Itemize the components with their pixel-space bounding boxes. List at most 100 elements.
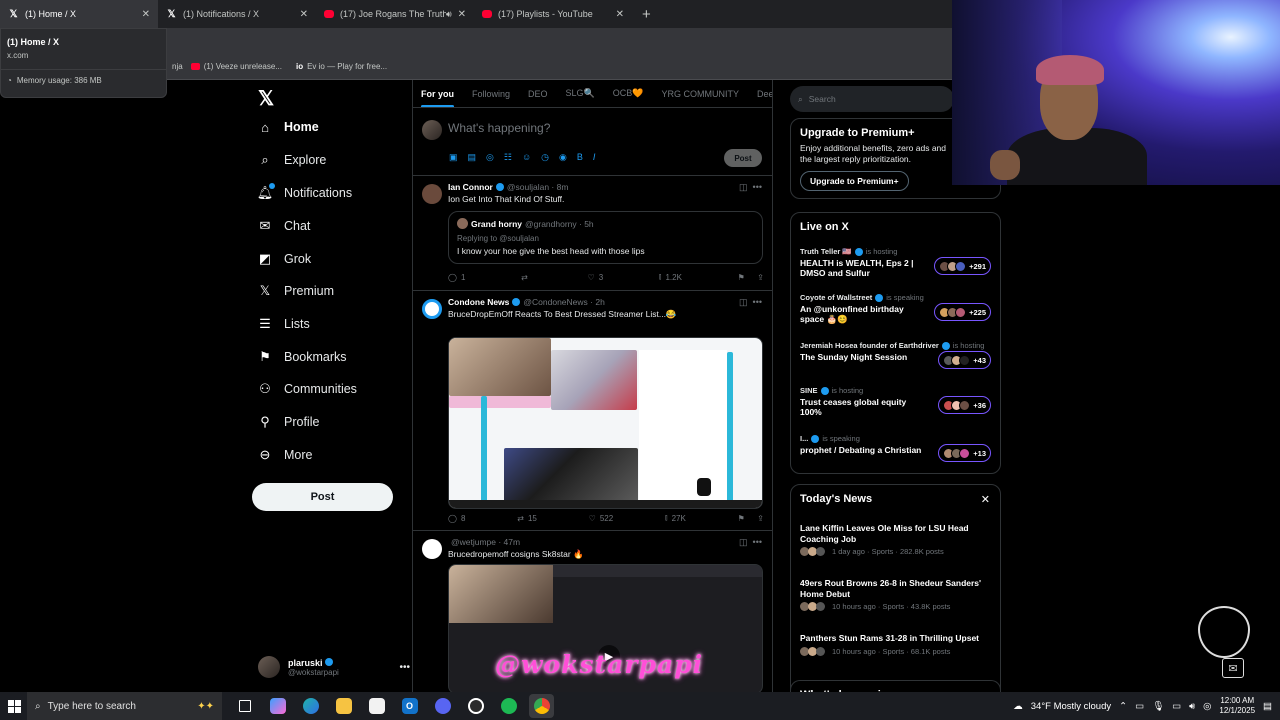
- news-item[interactable]: Lane Kiffin Leaves Ole Miss for LSU Head…: [800, 523, 991, 557]
- nav-item-chat[interactable]: ✉ Chat: [258, 218, 311, 233]
- search-input[interactable]: ⌕ Search: [790, 86, 954, 112]
- nav-item-more[interactable]: ⊖ More: [258, 447, 313, 462]
- weather-icon[interactable]: ☁: [1013, 701, 1023, 712]
- post-button[interactable]: Post: [252, 483, 393, 511]
- listener-count-pill[interactable]: +36: [938, 396, 991, 414]
- timeline-tab[interactable]: OCB🧡: [613, 88, 644, 99]
- listener-count-pill[interactable]: +291: [934, 257, 991, 275]
- browser-tab-notifications[interactable]: 𝕏 (1) Notifications / X ✕: [158, 0, 316, 28]
- more-dots-icon[interactable]: •••: [399, 662, 410, 673]
- new-tab-icon[interactable]: +: [642, 6, 651, 23]
- x-logo-icon[interactable]: 𝕏: [258, 86, 274, 111]
- file-explorer-icon[interactable]: [331, 694, 356, 718]
- clock[interactable]: 12:00 AM 12/1/2025: [1219, 696, 1255, 716]
- views-button[interactable]: ⫾ 27K: [665, 513, 686, 523]
- chrome-icon[interactable]: [529, 694, 554, 718]
- display-icon[interactable]: ▭: [1172, 701, 1181, 712]
- nav-item-profile[interactable]: ⚲ Profile: [258, 414, 319, 429]
- timeline-tab[interactable]: Deep Sta: [757, 89, 772, 99]
- nav-item-premium[interactable]: 𝕏 Premium: [258, 283, 334, 298]
- tweet[interactable]: Condone News @CondoneNews · 2h ◫ ••• Bru…: [413, 291, 772, 531]
- tweet-video[interactable]: [448, 337, 763, 509]
- close-tab-icon[interactable]: ✕: [458, 9, 466, 20]
- browser-tab-home[interactable]: 𝕏 (1) Home / X ✕: [0, 0, 158, 28]
- nav-item-bookmarks[interactable]: ⚑ Bookmarks: [258, 349, 346, 364]
- nav-item-notifications[interactable]: 🔔︎ Notifications: [257, 183, 352, 200]
- listener-count-pill[interactable]: +225: [934, 303, 991, 321]
- discord-icon[interactable]: [430, 694, 455, 718]
- edge-icon[interactable]: [298, 694, 323, 718]
- chevron-up-icon[interactable]: ⌃: [1119, 701, 1127, 712]
- bookmark-item[interactable]: (1) Veeze unrelease...: [190, 62, 282, 71]
- obs-icon[interactable]: [463, 694, 488, 718]
- live-space-item[interactable]: Truth Teller 🇺🇸 is hosting HEALTH is WEALT…: [800, 247, 991, 278]
- volume-icon[interactable]: 🔊︎: [1189, 701, 1195, 712]
- live-space-item[interactable]: Jeremiah Hosea founder of Earthdriver is …: [800, 341, 991, 369]
- timeline-tab[interactable]: DEO: [528, 89, 548, 99]
- outlook-icon[interactable]: O: [397, 694, 422, 718]
- mic-icon[interactable]: 🎙︎: [1152, 701, 1164, 712]
- tweet-menu[interactable]: ◫ •••: [739, 297, 762, 308]
- location-icon[interactable]: ◉: [559, 152, 567, 163]
- app-tray-icon[interactable]: ◎: [1203, 701, 1211, 712]
- reply-button[interactable]: ◯ 8: [448, 513, 465, 523]
- grok-icon[interactable]: ◎: [486, 152, 494, 163]
- speaker-icon[interactable]: 🔊︎: [446, 9, 452, 20]
- spotify-icon[interactable]: [496, 694, 521, 718]
- timeline-tab[interactable]: YRG COMMUNITY: [661, 89, 739, 99]
- like-button[interactable]: ♡ 3: [588, 272, 604, 282]
- like-button[interactable]: ♡ 522: [589, 513, 614, 523]
- news-item[interactable]: 49ers Rout Browns 26-8 in Shedeur Sander…: [800, 578, 991, 612]
- reply-button[interactable]: ◯ 1: [448, 272, 465, 282]
- browser-tab-playlists[interactable]: (17) Playlists - YouTube ✕: [474, 0, 632, 28]
- nav-item-grok[interactable]: ◩ Grok: [258, 251, 311, 266]
- bookmark-share[interactable]: ⚑ ⇪: [738, 513, 764, 523]
- author-name[interactable]: Condone News: [448, 297, 509, 307]
- avatar[interactable]: [422, 299, 442, 319]
- news-item[interactable]: Panthers Stun Rams 31-28 in Thrilling Up…: [800, 633, 991, 656]
- nav-item-communities[interactable]: ⚇ Communities: [258, 381, 357, 396]
- nav-item-home[interactable]: ⌂ Home: [258, 120, 319, 135]
- schedule-icon[interactable]: ◷: [541, 152, 549, 163]
- network-icon[interactable]: ▭: [1135, 701, 1144, 712]
- taskbar-search[interactable]: ⌕ Type here to search ✦✦: [27, 692, 222, 720]
- weather-text[interactable]: 34°F Mostly cloudy: [1031, 701, 1111, 712]
- author-handle[interactable]: @souljalan · 8m: [507, 182, 569, 192]
- avatar[interactable]: [422, 539, 442, 559]
- avatar[interactable]: [422, 184, 442, 204]
- timeline-tab[interactable]: Following: [472, 89, 510, 99]
- bookmark-item[interactable]: io Ev io — Play for free...: [296, 62, 387, 71]
- copilot-icon[interactable]: [265, 694, 290, 718]
- upgrade-premium-button[interactable]: Upgrade to Premium+: [800, 171, 909, 192]
- gif-icon[interactable]: ▤: [468, 152, 477, 163]
- task-view-icon[interactable]: [232, 694, 257, 718]
- account-switcher[interactable]: plaruski @wokstarpapi •••: [258, 656, 410, 678]
- repost-button[interactable]: ⇄: [521, 272, 532, 282]
- listener-count-pill[interactable]: +43: [938, 351, 991, 369]
- mail-icon[interactable]: ✉: [1222, 658, 1244, 678]
- author-handle[interactable]: @wetjumpe · 47m: [451, 537, 520, 547]
- live-space-item[interactable]: Coyote of Wallstreet is speaking An @unkon…: [800, 293, 991, 324]
- poll-icon[interactable]: ☷: [504, 152, 512, 163]
- italic-icon[interactable]: I: [593, 152, 596, 163]
- video-progress-bar[interactable]: [449, 500, 762, 508]
- image-icon[interactable]: ▣: [449, 152, 458, 163]
- bookmark-share[interactable]: ⚑ ⇪: [738, 272, 764, 282]
- quoted-tweet[interactable]: Grand horny @grandhorny · 5h Replying to…: [448, 211, 763, 264]
- timeline-tab[interactable]: For you: [421, 89, 454, 107]
- bold-icon[interactable]: B: [577, 152, 583, 163]
- listener-count-pill[interactable]: +13: [938, 444, 991, 462]
- close-tab-icon[interactable]: ✕: [300, 9, 308, 20]
- close-tab-icon[interactable]: ✕: [142, 9, 150, 20]
- emoji-icon[interactable]: ☺: [522, 152, 531, 163]
- close-tab-icon[interactable]: ✕: [616, 9, 624, 20]
- live-space-item[interactable]: I... is speaking prophet / Debating a Chri…: [800, 434, 991, 462]
- author-name[interactable]: Ian Connor: [448, 182, 493, 192]
- tweet[interactable]: Ian Connor @souljalan · 8m ◫ ••• Ion Get…: [413, 176, 772, 291]
- tweet-menu[interactable]: ◫ •••: [739, 182, 762, 193]
- compose-input[interactable]: What's happening?: [448, 121, 550, 135]
- compose-post-button[interactable]: Post: [724, 149, 762, 167]
- live-space-item[interactable]: SINE is hosting Trust ceases global equity…: [800, 386, 991, 417]
- timeline-tab[interactable]: SLG🔍: [566, 88, 595, 99]
- tweet-menu[interactable]: ◫ •••: [739, 537, 762, 548]
